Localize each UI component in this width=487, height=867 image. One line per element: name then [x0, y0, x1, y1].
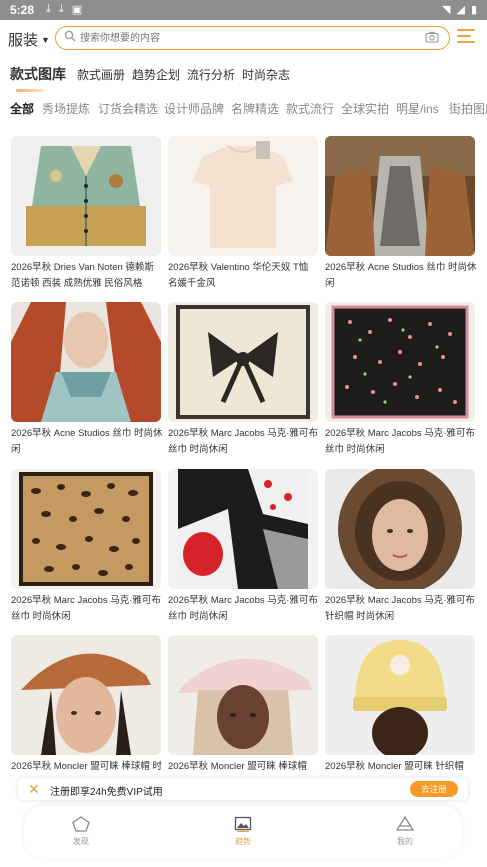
status-bar: 5:28 ⤓ ⤓ ▣ ◥ ◢ ▮	[0, 0, 487, 20]
tab-trend-planning[interactable]: 趋势企划	[132, 66, 180, 83]
product-caption: 2026早秋 Marc Jacobs 马克·雅可布 丝巾 时尚休闲	[11, 595, 161, 622]
product-caption: 2026早秋 Dries Van Noten 德赖斯范诺顿 西装 成熟优雅 民俗…	[11, 262, 154, 289]
category-label: 服装	[8, 32, 39, 49]
image-icon	[234, 816, 252, 832]
product-image	[11, 136, 161, 256]
filter-tabs: 全部 秀场提炼 订货会精选 设计师品牌 名牌精选 款式流行 全球实拍 明星/in…	[0, 98, 487, 120]
system-icons: ◥ ◢ ▮	[442, 3, 477, 16]
search-box[interactable]	[55, 26, 450, 50]
product-image	[168, 635, 318, 755]
filter-style-trend[interactable]: 款式流行	[286, 100, 334, 117]
product-image	[325, 136, 475, 256]
bottom-nav: 发现 趋势 我的	[24, 806, 462, 858]
product-caption: 2026早秋 Acne Studios 丝巾 时尚休闲	[325, 262, 477, 289]
filter-famous-brand[interactable]: 名牌精选	[231, 100, 279, 117]
product-image	[325, 635, 475, 755]
search-input[interactable]	[80, 30, 410, 46]
nav-discover[interactable]: 发现	[51, 816, 111, 847]
filter-street-snap[interactable]: 街拍图库	[449, 100, 487, 117]
product-card[interactable]: 2026早秋 Marc Jacobs 马克·雅可布 针织帽 时尚休闲	[325, 469, 477, 625]
caret-down-icon: ▼	[41, 34, 50, 45]
product-card[interactable]: 2026早秋 Acne Studios 丝巾 时尚休闲	[11, 302, 163, 458]
filter-all[interactable]: 全部	[10, 100, 34, 117]
product-caption: 2026早秋 Acne Studios 丝巾 时尚休闲	[11, 428, 163, 455]
app-notification-icon: ▣	[71, 4, 83, 16]
close-icon[interactable]: ✕	[28, 781, 40, 798]
tab-style-album[interactable]: 款式画册	[77, 66, 125, 83]
nav-trend[interactable]: 趋势	[213, 816, 273, 847]
product-image	[168, 302, 318, 422]
active-tab-underline	[16, 89, 44, 92]
camera-icon[interactable]	[425, 31, 439, 43]
download-icon: ⤓	[58, 3, 64, 15]
product-caption: 2026早秋 Marc Jacobs 马克·雅可布 丝巾 时尚休闲	[325, 428, 475, 455]
product-image	[325, 469, 475, 589]
product-image	[168, 136, 318, 256]
product-card[interactable]: 2026早秋 Valentino 华伦天奴 T恤 名媛千金风	[168, 136, 320, 292]
product-image	[11, 635, 161, 755]
filter-runway[interactable]: 秀场提炼	[42, 100, 90, 117]
product-caption: 2026早秋 Valentino 华伦天奴 T恤 名媛千金风	[168, 262, 309, 289]
battery-icon: ▮	[470, 4, 477, 16]
download-icon: ⤓	[46, 3, 51, 15]
product-caption: 2026早秋 Marc Jacobs 马克·雅可布 针织帽 时尚休闲	[325, 595, 475, 622]
nav-mine[interactable]: 我的	[375, 816, 435, 847]
product-image	[325, 302, 475, 422]
nav-label: 我的	[397, 837, 413, 846]
menu-icon[interactable]	[457, 29, 475, 45]
search-row: 服装 ▼	[0, 24, 487, 52]
product-card[interactable]: 2026早秋 Dries Van Noten 德赖斯范诺顿 西装 成熟优雅 民俗…	[11, 136, 163, 292]
tab-label: 趋势企划	[132, 68, 181, 82]
signal-icon: ◢	[456, 4, 465, 16]
filter-designer-brand[interactable]: 设计师品牌	[164, 100, 224, 117]
top-tabs: 款式图库 款式画册 趋势企划 流行分析 时尚杂志	[0, 62, 487, 92]
filter-order-fair[interactable]: 订货会精选	[98, 100, 158, 117]
product-card[interactable]: 2026早秋 Marc Jacobs 马克·雅可布 丝巾 时尚休闲	[325, 302, 477, 458]
product-card[interactable]: 2026早秋 Moncler 盟可睐 针织帽	[325, 635, 477, 791]
vip-banner: ✕ 注册即享24h免费VIP试用 去注册	[18, 778, 468, 800]
category-dropdown[interactable]: 服装 ▼	[8, 29, 50, 50]
wifi-icon: ◥	[442, 4, 451, 16]
nav-label: 趋势	[235, 837, 251, 846]
search-icon	[64, 30, 76, 42]
product-card[interactable]: 2026早秋 Moncler 盟可睐 棒球帽	[168, 635, 320, 791]
profile-icon	[396, 816, 414, 831]
product-card[interactable]: 2026早秋 Acne Studios 丝巾 时尚休闲	[325, 136, 477, 292]
tab-label: 时尚杂志	[242, 68, 291, 82]
tab-trend-analysis[interactable]: 流行分析	[187, 66, 235, 83]
filter-celebrity-ins[interactable]: 明星/ins	[396, 100, 439, 117]
product-image	[168, 469, 318, 589]
tab-label: 流行分析	[187, 68, 236, 82]
vip-banner-text: 注册即享24h免费VIP试用	[50, 787, 163, 798]
product-image	[11, 302, 161, 422]
nav-label: 发现	[73, 837, 89, 846]
product-card[interactable]: 2026早秋 Moncler 盟可睐 棒球帽 时	[11, 635, 163, 791]
filter-global-photo[interactable]: 全球实拍	[341, 100, 389, 117]
tab-style-gallery[interactable]: 款式图库	[10, 64, 66, 92]
product-card[interactable]: 2026早秋 Marc Jacobs 马克·雅可布 丝巾 时尚休闲	[168, 302, 320, 458]
tab-label: 款式画册	[77, 68, 126, 82]
product-image	[11, 469, 161, 589]
notification-icons: ⤓ ⤓ ▣	[46, 3, 82, 16]
product-caption: 2026早秋 Marc Jacobs 马克·雅可布 丝巾 时尚休闲	[168, 428, 318, 455]
register-button[interactable]: 去注册	[410, 781, 458, 797]
status-time: 5:28	[10, 3, 35, 17]
product-card[interactable]: 2026早秋 Marc Jacobs 马克·雅可布 丝巾 时尚休闲	[11, 469, 163, 625]
pentagon-icon	[72, 816, 90, 832]
tab-fashion-magazine[interactable]: 时尚杂志	[242, 66, 290, 83]
product-caption: 2026早秋 Marc Jacobs 马克·雅可布 丝巾 时尚休闲	[168, 595, 318, 622]
product-card[interactable]: 2026早秋 Marc Jacobs 马克·雅可布 丝巾 时尚休闲	[168, 469, 320, 625]
tab-label: 款式图库	[10, 66, 66, 82]
